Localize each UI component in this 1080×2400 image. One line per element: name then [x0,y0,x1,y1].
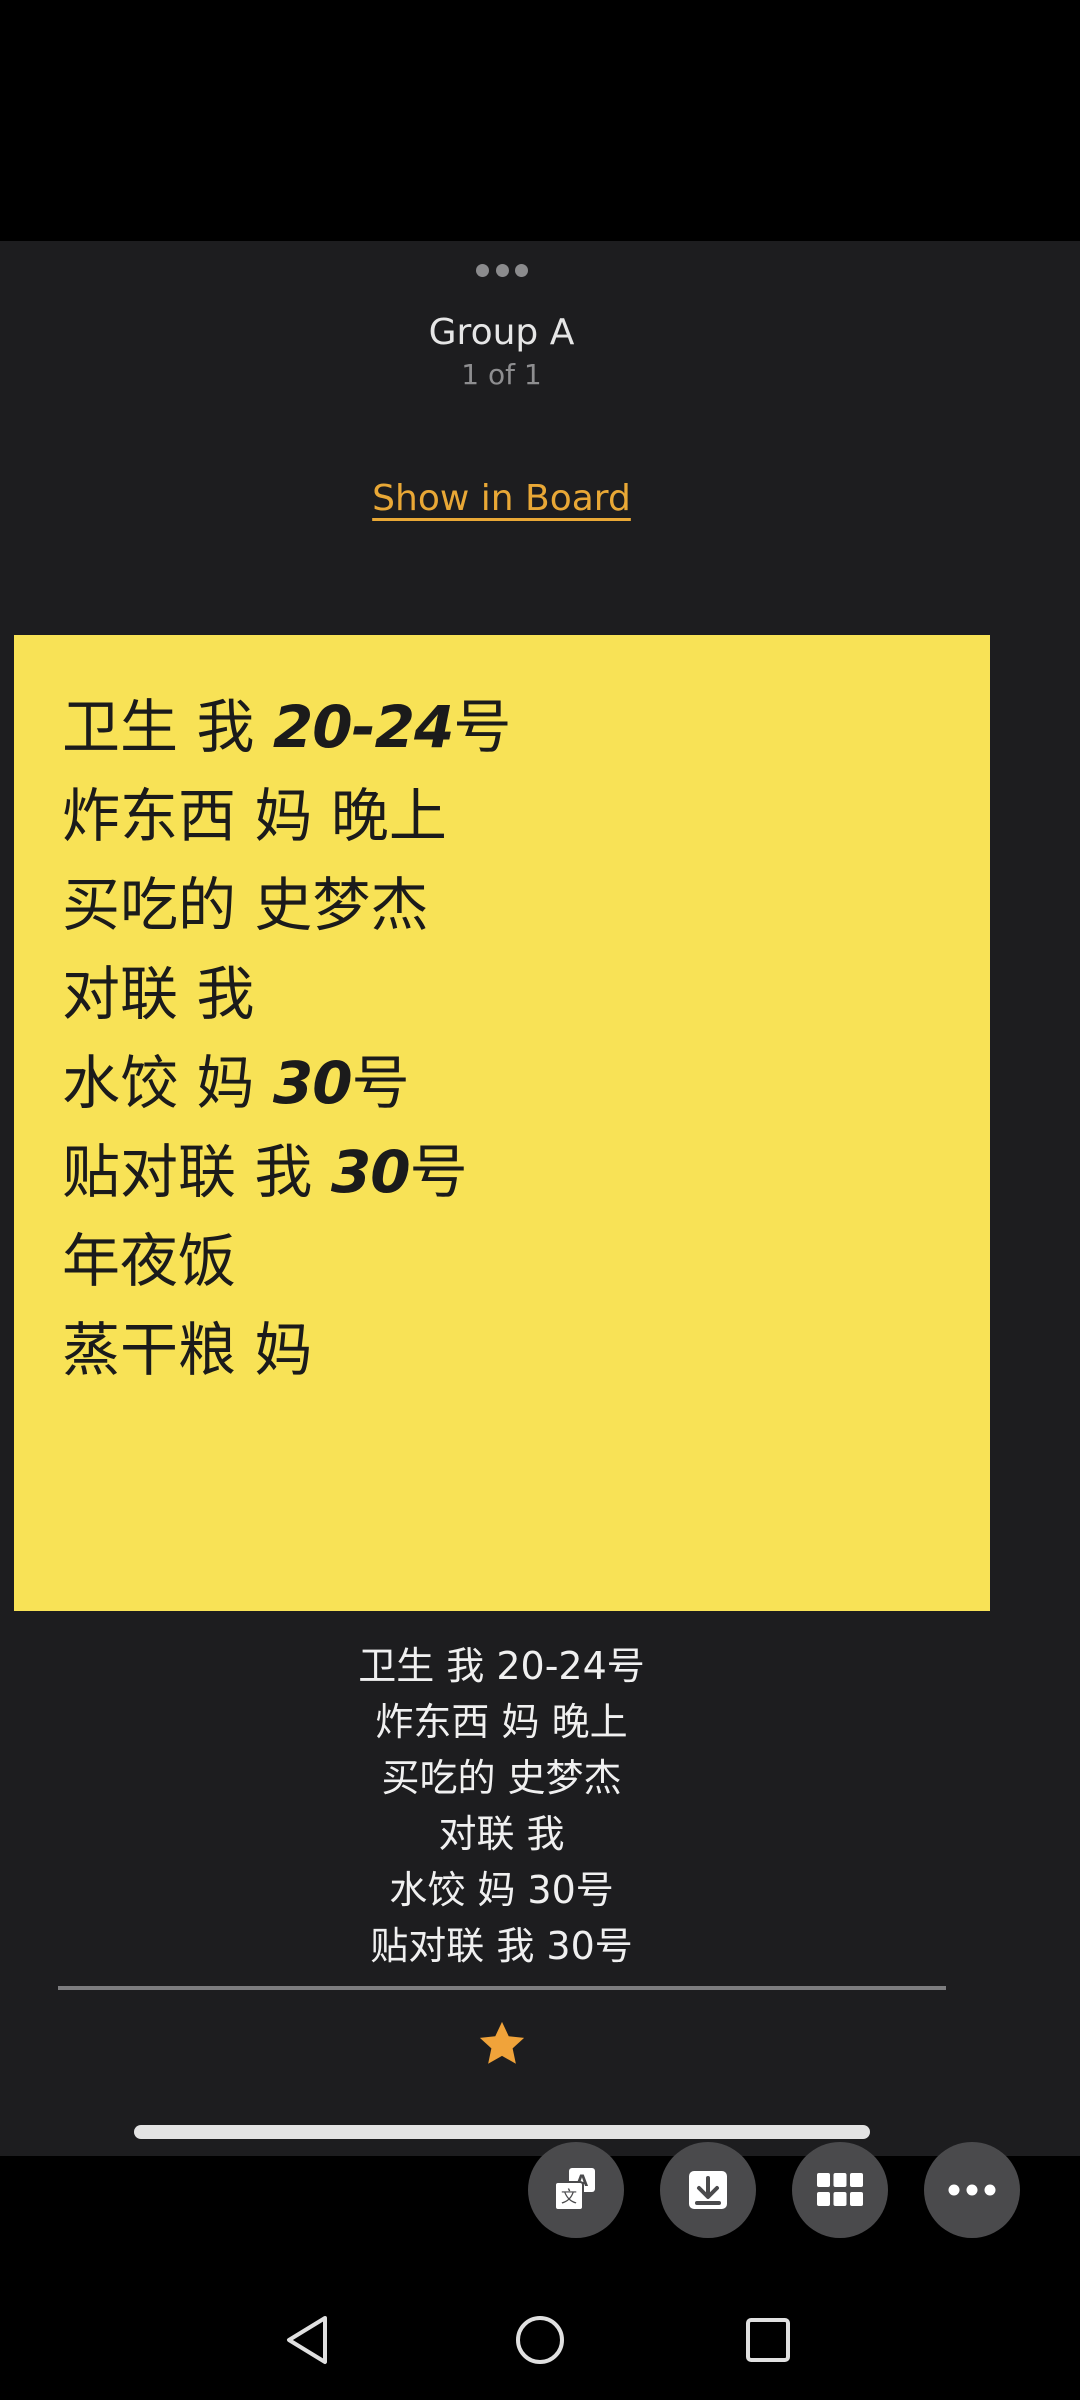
note-line-number: 30 [330,1138,411,1206]
note-line: 水饺 妈 30号 [62,1049,410,1117]
back-icon [283,2314,333,2370]
more-icon [947,2183,997,2197]
group-title: Group A [428,312,575,353]
sticky-note[interactable]: 卫生 我 20-24号 炸东西 妈 晚上 买吃的 史梦杰 对联 我 水饺 妈 3… [14,635,990,1611]
nav-back-button[interactable] [278,2312,338,2372]
more-options-button[interactable] [924,2142,1020,2238]
note-line: 蒸干粮 妈 [62,1316,313,1384]
transcription-line: 对联 我 [438,1812,565,1856]
grid-icon [815,2170,865,2210]
translate-icon: A 文 [550,2164,602,2216]
nav-home-button[interactable] [510,2312,570,2372]
note-line: 对联 我 [62,960,255,1028]
transcription-line: 贴对联 我 30号 [370,1924,633,1968]
note-transcription: 卫生 我 20-24号 炸东西 妈 晚上 买吃的 史梦杰 对联 我 水饺 妈 3… [0,1638,1003,1974]
group-count: 1 of 1 [461,358,542,391]
transcription-line: 炸东西 妈 晚上 [375,1700,628,1744]
note-line: 买吃的 史梦杰 [62,871,429,939]
note-line: 卫生 我 20-24号 [62,693,512,761]
divider [58,1986,946,1990]
recents-icon [744,2316,792,2368]
note-line: 贴对联 我 30号 [62,1138,468,1206]
translate-button[interactable]: A 文 [528,2142,624,2238]
scroll-indicator[interactable] [134,2125,870,2139]
show-in-board-link[interactable]: Show in Board [0,478,1003,519]
sheet-handle-dots-icon[interactable] [476,262,528,278]
svg-text:文: 文 [561,2187,577,2206]
transcription-line: 买吃的 史梦杰 [381,1756,622,1800]
note-line: 炸东西 妈 晚上 [62,782,447,850]
download-icon [685,2167,731,2213]
download-button[interactable] [660,2142,756,2238]
status-bar-area [0,0,1080,241]
note-line-number: 30 [272,1049,353,1117]
note-line-number: 20-24 [272,693,454,761]
transcription-line: 卫生 我 20-24号 [358,1644,645,1688]
note-line: 年夜饭 [62,1227,237,1295]
grid-view-button[interactable] [792,2142,888,2238]
nav-recents-button[interactable] [738,2312,798,2372]
transcription-line: 水饺 妈 30号 [389,1868,614,1912]
star-icon[interactable] [476,2018,528,2070]
home-icon [514,2314,566,2370]
